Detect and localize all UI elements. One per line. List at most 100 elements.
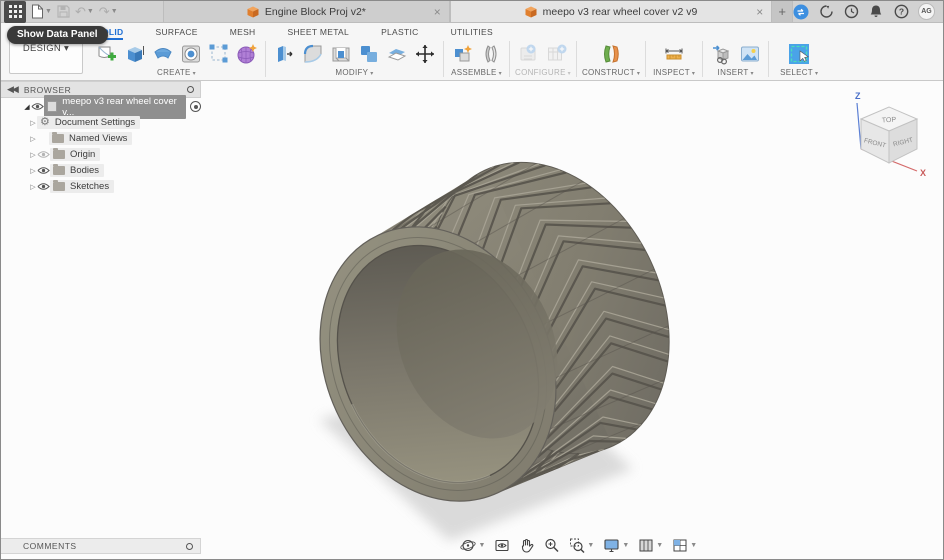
hole-button[interactable]	[177, 40, 204, 67]
insert-derive-icon	[712, 44, 730, 65]
rectangular-pattern-button[interactable]	[205, 40, 232, 67]
expand-icon[interactable]: ▷	[29, 151, 37, 159]
viewports-button[interactable]: ▼	[669, 536, 699, 555]
undo-icon: ↶	[74, 3, 86, 19]
measure-button[interactable]	[661, 40, 688, 67]
save-button[interactable]	[57, 2, 70, 22]
help-button[interactable]: ?	[893, 4, 909, 20]
viewcube-face-top[interactable]: TOP	[882, 116, 897, 124]
revolve-button[interactable]	[149, 40, 176, 67]
new-tab-button[interactable]: +	[772, 1, 793, 22]
expand-icon[interactable]: ▷	[29, 183, 37, 191]
browser-root-item[interactable]: ◢ meepo v3 rear wheel cover v...	[23, 94, 201, 119]
ribbon-separator	[443, 41, 444, 77]
document-tab-meepo[interactable]: meepo v3 rear wheel cover v2 v9 ×	[449, 1, 773, 22]
browser-item-origin[interactable]: ▷ Origin	[29, 147, 201, 162]
display-settings-button[interactable]: ▼	[600, 536, 631, 555]
browser-item-sketches[interactable]: ▷ Sketches	[29, 179, 201, 194]
file-menu-button[interactable]: ▼	[31, 2, 52, 22]
ribbon-tab-surface[interactable]: SURFACE	[155, 27, 197, 40]
extensions-button[interactable]	[818, 4, 834, 20]
insert-canvas-button[interactable]	[736, 40, 763, 67]
job-status-button[interactable]	[793, 4, 809, 20]
browser-item-bodies[interactable]: ▷ Bodies	[29, 163, 201, 178]
shell-button[interactable]	[327, 40, 354, 67]
viewcube-cube[interactable]: TOP FRONT RIGHT	[859, 106, 919, 164]
expand-icon[interactable]: ▷	[29, 135, 37, 143]
close-tab-icon[interactable]: ×	[434, 6, 441, 18]
comments-panel[interactable]: COMMENTS	[1, 538, 201, 554]
activate-component-radio[interactable]	[190, 101, 201, 112]
grid-snaps-button[interactable]: ▼	[635, 536, 665, 555]
zoom-button[interactable]	[541, 536, 562, 555]
document-cube-icon	[525, 6, 537, 17]
close-tab-icon[interactable]: ×	[756, 6, 763, 18]
combine-icon	[360, 45, 377, 62]
panel-options-icon[interactable]	[187, 86, 194, 93]
ribbon-tab-sheet-metal[interactable]: SHEET METAL	[288, 27, 350, 40]
group-label-inspect[interactable]: INSPECT	[653, 68, 695, 77]
view-cube[interactable]: Z X TOP FRONT RIGHT	[841, 85, 933, 182]
offset-face-button[interactable]	[383, 40, 410, 67]
look-at-button[interactable]	[491, 536, 512, 555]
configuration-table-button[interactable]	[543, 40, 570, 67]
construct-plane-button[interactable]	[598, 40, 625, 67]
browser-item-label: Origin	[70, 149, 96, 160]
comments-title: COMMENTS	[23, 541, 77, 551]
expand-collapse-icon[interactable]: ◢	[23, 103, 31, 111]
zoom-window-caret: ▼	[587, 542, 595, 549]
group-label-create[interactable]: CREATE	[157, 68, 196, 77]
group-label-modify[interactable]: MODIFY	[335, 68, 373, 77]
notifications-button[interactable]	[868, 4, 884, 20]
undo-button[interactable]: ↶ ▼	[75, 2, 94, 22]
group-label-insert[interactable]: INSERT	[718, 68, 754, 77]
group-label-assemble[interactable]: ASSEMBLE	[451, 68, 502, 77]
select-button[interactable]	[786, 40, 813, 67]
collapse-panel-icon[interactable]: ◀◀	[7, 84, 19, 95]
offset-face-icon	[387, 48, 406, 61]
insert-derive-button[interactable]	[708, 40, 735, 67]
fillet-icon	[303, 44, 322, 63]
browser-item-named-views[interactable]: ▷ Named Views	[29, 131, 201, 146]
ribbon-tab-utilities[interactable]: UTILITIES	[451, 27, 493, 40]
display-settings-icon	[604, 539, 619, 553]
pan-button[interactable]	[516, 536, 537, 555]
joint-button[interactable]	[477, 40, 504, 67]
orbit-button[interactable]: ▼	[457, 536, 487, 555]
panel-options-icon[interactable]	[186, 542, 193, 550]
zoom-window-button[interactable]: ▼	[566, 536, 596, 555]
svg-text:X: X	[920, 168, 926, 177]
user-avatar[interactable]: AG	[918, 3, 935, 20]
visibility-eye-icon[interactable]	[31, 102, 44, 111]
browser-item-label: Document Settings	[54, 117, 136, 128]
ribbon-separator	[265, 41, 266, 77]
configuration-button[interactable]	[515, 40, 542, 67]
group-label-select[interactable]: SELECT	[780, 68, 818, 77]
extrude-button[interactable]	[121, 40, 148, 67]
expand-icon[interactable]: ▷	[29, 119, 37, 127]
fillet-button[interactable]	[299, 40, 326, 67]
data-panel-toggle-button[interactable]	[4, 1, 26, 23]
press-pull-button[interactable]	[271, 40, 298, 67]
revolve-icon	[153, 47, 172, 59]
ribbon-tab-plastic[interactable]: PLASTIC	[381, 27, 419, 40]
visibility-eye-icon[interactable]	[37, 166, 50, 175]
pan-hand-icon	[521, 538, 534, 553]
group-label-configure[interactable]: CONFIGURE	[515, 68, 571, 77]
move-copy-button[interactable]	[411, 40, 438, 67]
ribbon-separator	[509, 41, 510, 77]
combine-button[interactable]	[355, 40, 382, 67]
viewport-canvas[interactable]: ◀◀ BROWSER ◢ meepo v3 rear wheel cover v…	[1, 81, 943, 559]
group-label-construct[interactable]: CONSTRUCT	[582, 68, 640, 77]
expand-icon[interactable]: ▷	[29, 167, 37, 175]
visibility-eye-icon[interactable]	[37, 150, 50, 159]
create-form-button[interactable]	[233, 40, 260, 67]
ribbon-tab-mesh[interactable]: MESH	[230, 27, 256, 40]
new-component-button[interactable]	[449, 40, 476, 67]
folder-icon	[53, 164, 65, 175]
notification-center-button[interactable]	[843, 4, 859, 20]
visibility-eye-icon[interactable]	[37, 182, 50, 191]
redo-button[interactable]: ↷ ▼	[99, 2, 118, 22]
document-tab-engine-block[interactable]: Engine Block Proj v2* ×	[163, 1, 450, 22]
create-sketch-button[interactable]	[93, 40, 120, 67]
